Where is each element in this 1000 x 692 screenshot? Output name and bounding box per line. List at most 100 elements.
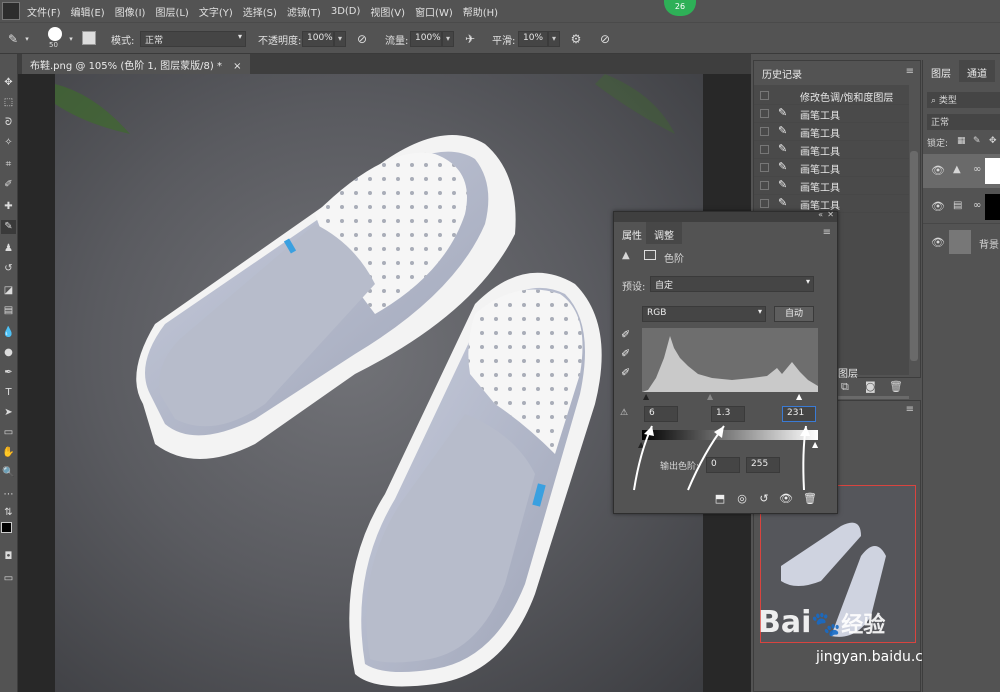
blur-tool-icon[interactable]: 💧 [1, 326, 16, 340]
auto-button[interactable]: 自动 [774, 306, 814, 322]
healing-tool-icon[interactable]: ✚ [1, 200, 16, 214]
camera-icon[interactable]: ◙ [865, 380, 876, 393]
brush-tool-icon[interactable]: ✎ [1, 220, 16, 234]
menu-3d[interactable]: 3D(D) [326, 6, 366, 17]
hand-tool-icon[interactable]: ✋ [1, 446, 16, 460]
screen-mode-icon[interactable]: ▭ [1, 572, 16, 586]
document-tab[interactable]: 布鞋.png @ 105% (色阶 1, 图层蒙版/8) * × [22, 54, 250, 74]
collapse-icon[interactable]: « [818, 210, 823, 219]
snapshot-checkbox[interactable] [760, 181, 769, 190]
list-item[interactable]: ✎ 画笔工具 [754, 105, 909, 123]
eraser-tool-icon[interactable]: ◪ [1, 284, 16, 298]
white-point-eyedropper-icon[interactable]: ✐ [621, 366, 635, 380]
shape-tool-icon[interactable]: ▭ [1, 426, 16, 440]
quick-mask-icon[interactable]: ◘ [1, 550, 16, 564]
eye-icon[interactable]: 👁 [931, 200, 945, 213]
layer-mask-thumbnail[interactable] [985, 194, 1000, 220]
gradient-tool-icon[interactable]: ▤ [1, 304, 16, 318]
list-item[interactable]: ✎ 画笔工具 [754, 141, 909, 159]
clip-to-layer-icon[interactable]: ⬒ [712, 492, 728, 506]
airbrush-icon[interactable]: ✈ [463, 32, 477, 46]
lock-transparent-icon[interactable]: ▦ [957, 136, 966, 146]
list-item[interactable]: ✎ 画笔工具 [754, 123, 909, 141]
panel-menu-icon[interactable]: ≡ [823, 227, 831, 238]
marquee-tool-icon[interactable]: ⬚ [1, 96, 16, 110]
tab-properties[interactable]: 属性 [614, 222, 650, 244]
menu-window[interactable]: 窗口(W) [410, 4, 458, 19]
trash-icon[interactable]: 🗑 [802, 492, 818, 506]
layer-mask-thumbnail[interactable] [985, 158, 1000, 184]
eyedropper-tool-icon[interactable]: ✐ [1, 178, 16, 192]
menu-file[interactable]: 文件(F) [22, 4, 66, 19]
snapshot-checkbox[interactable] [760, 145, 769, 154]
lock-position-icon[interactable]: ✥ [989, 136, 997, 146]
close-icon[interactable]: × [233, 61, 241, 72]
flow-dropdown[interactable]: ▾ [442, 31, 454, 47]
white-input-slider[interactable]: ▲ [796, 392, 802, 401]
lasso-tool-icon[interactable]: ᘐ [1, 116, 16, 130]
magic-wand-tool-icon[interactable]: ✧ [1, 136, 16, 150]
snapshot-checkbox[interactable] [760, 199, 769, 208]
move-tool-icon[interactable]: ✥ [1, 76, 16, 90]
menu-filter[interactable]: 滤镜(T) [282, 4, 326, 19]
tab-adjustments[interactable]: 调整 [646, 222, 682, 244]
snapshot-checkbox[interactable] [760, 163, 769, 172]
levels-icon[interactable]: ▲ [622, 250, 630, 261]
menu-select[interactable]: 选择(S) [238, 4, 282, 19]
history-scrollbar[interactable] [910, 151, 918, 361]
lock-paint-icon[interactable]: ✎ [973, 136, 981, 146]
blend-mode-select[interactable]: 正常 [927, 114, 1000, 130]
path-select-tool-icon[interactable]: ➤ [1, 406, 16, 420]
shoe-photo[interactable] [55, 74, 703, 692]
mask-icon[interactable] [644, 250, 656, 260]
opacity-input[interactable]: 100% [302, 31, 334, 47]
layer-row-levels[interactable]: 👁 ▲ ∞ [923, 154, 1000, 188]
black-input-slider[interactable]: ▲ [643, 392, 649, 401]
channel-select[interactable]: RGB ▾ [642, 306, 766, 322]
black-point-eyedropper-icon[interactable]: ✐ [621, 328, 635, 342]
type-tool-icon[interactable]: T [1, 386, 16, 400]
more-tools-icon[interactable]: ⋯ [1, 488, 16, 502]
layer-row-background[interactable]: 👁 背景 [923, 226, 1000, 260]
gamma-input-slider[interactable]: ▲ [707, 392, 713, 401]
tab-channels[interactable]: 通道 [959, 60, 995, 82]
layer-filter-select[interactable]: ⌕ 类型 [927, 92, 1000, 108]
flow-input[interactable]: 100% [410, 31, 442, 47]
snapshot-checkbox[interactable] [760, 91, 769, 100]
history-brush-tool-icon[interactable]: ↺ [1, 262, 16, 276]
opacity-dropdown[interactable]: ▾ [334, 31, 346, 47]
pen-tool-icon[interactable]: ✒ [1, 366, 16, 380]
layer-row-huesat[interactable]: 👁 ▤ ∞ [923, 190, 1000, 224]
zoom-tool-icon[interactable]: 🔍 [1, 466, 16, 480]
pressure-size-icon[interactable]: ⊘ [598, 32, 612, 46]
foreground-color-swatch[interactable] [1, 522, 12, 533]
mode-select[interactable]: 正常 ▾ [140, 31, 246, 47]
smoothing-input[interactable]: 10% [518, 31, 548, 47]
list-item[interactable]: 修改色调/饱和度图层 [754, 87, 909, 105]
reset-icon[interactable]: ↺ [756, 492, 772, 506]
preset-select[interactable]: 自定 ▾ [650, 276, 814, 292]
menu-type[interactable]: 文字(Y) [194, 4, 238, 19]
new-document-from-state-icon[interactable]: ⧉ [841, 380, 849, 394]
view-previous-icon[interactable]: ◎ [734, 492, 750, 506]
panel-menu-icon[interactable]: ≡ [906, 404, 914, 415]
brush-preview-icon[interactable] [48, 27, 62, 41]
eye-icon[interactable]: 👁 [931, 236, 945, 249]
smoothing-dropdown[interactable]: ▾ [548, 31, 560, 47]
snapshot-checkbox[interactable] [760, 127, 769, 136]
gear-icon[interactable]: ⚙ [569, 32, 583, 46]
stamp-tool-icon[interactable]: ♟ [1, 242, 16, 256]
dodge-tool-icon[interactable]: ● [1, 346, 16, 360]
menu-help[interactable]: 帮助(H) [458, 4, 503, 19]
panel-header-bar[interactable]: « ✕ [614, 210, 837, 222]
list-item[interactable]: ✎ 画笔工具 [754, 159, 909, 177]
eye-icon[interactable]: 👁 [931, 164, 945, 177]
tab-history[interactable]: 历史记录 [754, 61, 810, 83]
snapshot-checkbox[interactable] [760, 109, 769, 118]
tab-layers[interactable]: 图层 [923, 60, 959, 82]
menu-layer[interactable]: 图层(L) [150, 4, 193, 19]
chevron-down-icon[interactable]: ▾ [20, 32, 34, 46]
trash-icon[interactable]: 🗑 [889, 380, 903, 393]
gray-point-eyedropper-icon[interactable]: ✐ [621, 347, 635, 361]
menu-image[interactable]: 图像(I) [110, 4, 151, 19]
